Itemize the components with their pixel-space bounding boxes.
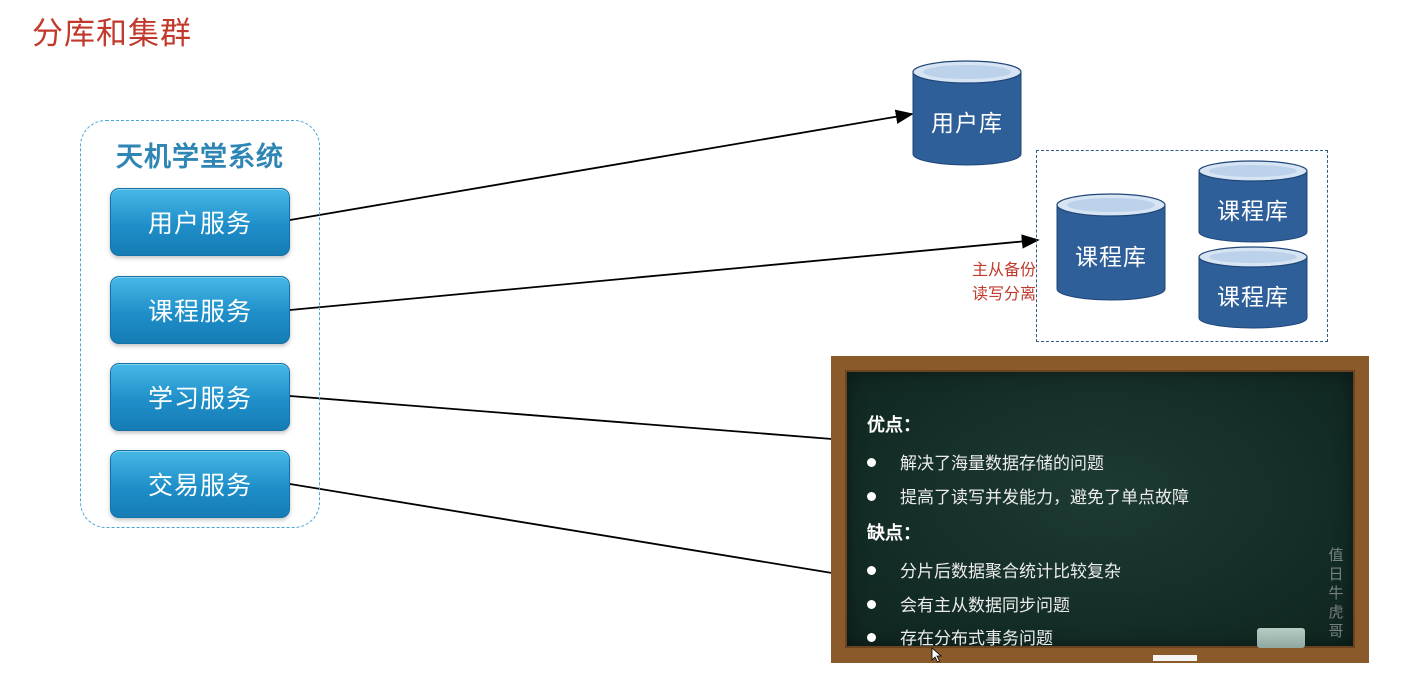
pros-item: 解决了海量数据存储的问题 (867, 449, 1104, 474)
trade-service-box[interactable]: 交易服务 (110, 450, 290, 518)
mouse-cursor-icon (931, 647, 943, 663)
cons-item: 存在分布式事务问题 (867, 624, 1053, 649)
bullet-icon (867, 491, 876, 501)
pros-heading: 优点： (867, 415, 921, 436)
user-db-label: 用户库 (931, 111, 1003, 137)
chalkboard: 优点： 解决了海量数据存储的问题 提高了读写并发能力，避免了单点故障 缺点： 分… (831, 356, 1369, 663)
link-trade-service-to-board (289, 483, 833, 574)
bullet-icon (867, 457, 876, 467)
course-replica-2-label: 课程库 (1217, 285, 1289, 311)
replication-note-line1: 主从备份 (971, 260, 1036, 279)
replication-note-line2: 读写分离 (971, 284, 1036, 303)
course-service-box[interactable]: 课程服务 (110, 276, 290, 344)
learning-service-box[interactable]: 学习服务 (110, 363, 290, 431)
cons-heading: 缺点： (867, 523, 921, 544)
pros-item: 提高了读写并发能力，避免了单点故障 (867, 483, 1189, 508)
watermark: 值 日 牛 虎 哥 (1328, 546, 1344, 640)
course-replica-1-label: 课程库 (1217, 199, 1289, 225)
replication-note: 主从备份 读写分离 (950, 258, 1036, 306)
link-user-service-to-user-db (289, 109, 914, 221)
course-database-master[interactable]: 课程库 (1056, 193, 1166, 303)
chalk-piece (1153, 655, 1197, 661)
course-database-replica-1[interactable]: 课程库 (1198, 160, 1308, 244)
user-database[interactable]: 用户库 (912, 60, 1022, 168)
cons-item: 会有主从数据同步问题 (867, 591, 1070, 616)
bullet-icon (867, 565, 876, 575)
course-master-label: 课程库 (1075, 245, 1147, 271)
link-learning-service-to-board (289, 395, 833, 440)
link-course-service-to-course-cluster (289, 234, 1040, 311)
course-database-replica-2[interactable]: 课程库 (1198, 246, 1308, 330)
bullet-icon (867, 599, 876, 609)
system-title: 天机学堂系统 (116, 142, 284, 173)
user-service-box[interactable]: 用户服务 (110, 188, 290, 256)
cons-item: 分片后数据聚合统计比较复杂 (867, 557, 1121, 582)
eraser-icon (1257, 628, 1305, 648)
bullet-icon (867, 632, 876, 642)
